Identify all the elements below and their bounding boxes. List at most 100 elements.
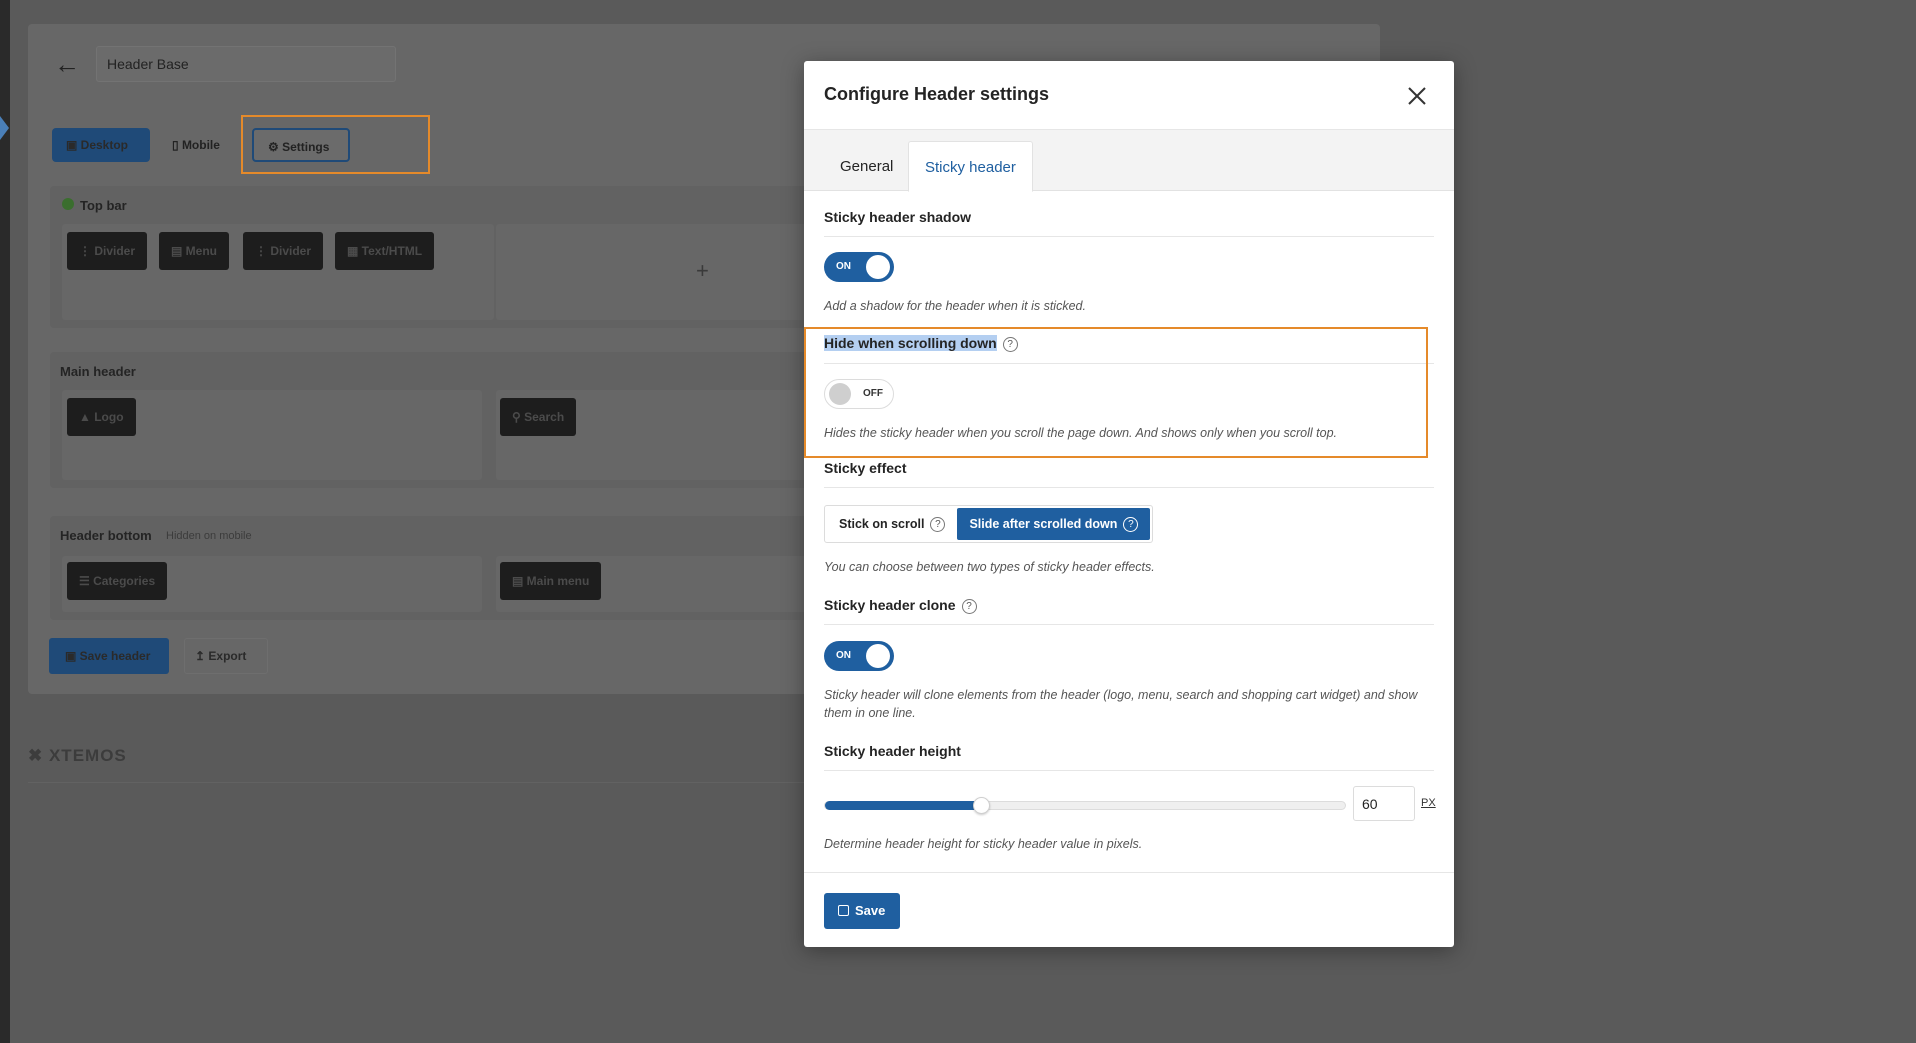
option-label: Slide after scrolled down bbox=[969, 517, 1118, 531]
hide-scroll-title: Hide when scrolling down bbox=[824, 335, 997, 351]
menu-icon: ▤ bbox=[171, 244, 186, 258]
tab-mobile[interactable]: ▯ Mobile bbox=[158, 128, 234, 162]
logo-text: XTEMOS bbox=[48, 746, 127, 765]
logo-icon: ▲ bbox=[79, 410, 95, 424]
unit-label[interactable]: PX bbox=[1421, 797, 1436, 809]
back-arrow-icon[interactable]: ← bbox=[54, 51, 82, 77]
field-divider bbox=[824, 487, 1434, 488]
modal-title: Configure Header settings bbox=[824, 84, 1050, 104]
desktop-icon: ▣ bbox=[66, 138, 81, 152]
chip-search[interactable]: ⚲ Search bbox=[500, 398, 577, 436]
slider-handle[interactable] bbox=[973, 797, 990, 814]
footer-divider bbox=[804, 872, 1454, 873]
chip-divider[interactable]: ⋮ Divider bbox=[243, 232, 324, 270]
add-element-icon[interactable]: + bbox=[696, 258, 709, 284]
shadow-title: Sticky header shadow bbox=[824, 209, 972, 225]
field-divider bbox=[824, 624, 1434, 625]
toggle-knob bbox=[829, 383, 851, 405]
hide-scroll-toggle[interactable]: OFF bbox=[824, 379, 894, 409]
configure-header-modal: Configure Header settings General Sticky… bbox=[804, 61, 1454, 947]
height-description: Determine header height for sticky heade… bbox=[824, 837, 1143, 851]
search-icon: ⚲ bbox=[512, 410, 525, 424]
clone-title: Sticky header clone bbox=[824, 597, 956, 613]
help-icon[interactable]: ? bbox=[961, 598, 977, 614]
field-divider bbox=[824, 236, 1434, 237]
tab-general[interactable]: General bbox=[824, 141, 909, 192]
field-divider bbox=[824, 363, 1434, 364]
effect-stick-on-scroll[interactable]: Stick on scroll? bbox=[827, 508, 957, 540]
chip-logo[interactable]: ▲ Logo bbox=[67, 398, 136, 436]
chip-label: Main menu bbox=[526, 574, 590, 588]
effect-description: You can choose between two types of stic… bbox=[824, 560, 1155, 574]
categories-icon: ☰ bbox=[79, 574, 94, 588]
modal-tabs: General Sticky header bbox=[804, 130, 1454, 192]
help-icon[interactable]: ? bbox=[930, 517, 946, 533]
hide-scroll-description: Hides the sticky header when you scroll … bbox=[824, 426, 1338, 440]
chip-categories[interactable]: ☰ Categories bbox=[67, 562, 168, 600]
toggle-knob bbox=[866, 644, 890, 668]
clone-title-row: Sticky header clone? bbox=[824, 597, 977, 614]
header-name-input[interactable]: Header Base bbox=[96, 46, 396, 82]
top-bar-center-cell[interactable] bbox=[496, 224, 820, 320]
save-button[interactable]: Save bbox=[824, 893, 900, 929]
height-input[interactable] bbox=[1353, 786, 1415, 821]
xtemos-logo: ✖ XTEMOS bbox=[28, 746, 127, 766]
effect-title: Sticky effect bbox=[824, 460, 907, 476]
clone-toggle[interactable]: ON bbox=[824, 641, 894, 671]
chip-label: Search bbox=[524, 410, 565, 424]
effect-segmented-control: Stick on scroll? Slide after scrolled do… bbox=[824, 505, 1154, 543]
active-menu-marker bbox=[0, 116, 9, 140]
xtemos-logo-icon: ✖ bbox=[28, 746, 49, 765]
menu-icon: ▤ bbox=[512, 574, 527, 588]
shadow-description: Add a shadow for the header when it is s… bbox=[824, 299, 1086, 313]
chip-label: Divider bbox=[94, 244, 136, 258]
export-label: Export bbox=[208, 649, 247, 663]
divider-icon: ⋮ bbox=[79, 244, 95, 258]
chip-label: Categories bbox=[93, 574, 156, 588]
upload-icon: ↥ bbox=[195, 649, 209, 663]
option-label: Stick on scroll bbox=[839, 517, 925, 531]
shadow-toggle[interactable]: ON bbox=[824, 252, 894, 282]
toggle-state: OFF bbox=[863, 388, 883, 399]
top-bar-label: Top bar bbox=[80, 198, 127, 213]
tab-desktop-label: Desktop bbox=[80, 138, 129, 152]
help-icon[interactable]: ? bbox=[1123, 517, 1139, 533]
clone-description: Sticky header will clone elements from t… bbox=[824, 688, 1418, 720]
close-icon[interactable] bbox=[1404, 83, 1430, 109]
save-header-button[interactable]: ▣ Save header bbox=[49, 638, 169, 674]
toggle-knob bbox=[866, 255, 890, 279]
main-header-label: Main header bbox=[60, 364, 136, 379]
save-header-label: Save header bbox=[79, 649, 151, 663]
height-title: Sticky header height bbox=[824, 743, 961, 759]
chip-label: Logo bbox=[94, 410, 124, 424]
export-button[interactable]: ↥ Export bbox=[184, 638, 268, 674]
chip-text-html[interactable]: ▦ Text/HTML bbox=[335, 232, 435, 270]
hidden-on-mobile-hint: Hidden on mobile bbox=[166, 530, 252, 542]
chip-main-menu[interactable]: ▤ Main menu bbox=[500, 562, 602, 600]
slider-fill bbox=[825, 801, 981, 810]
chip-label: Menu bbox=[185, 244, 218, 258]
admin-sidebar-strip bbox=[0, 0, 10, 1043]
help-icon[interactable]: ? bbox=[1002, 336, 1018, 352]
chip-label: Text/HTML bbox=[361, 244, 423, 258]
chip-divider[interactable]: ⋮ Divider bbox=[67, 232, 148, 270]
save-icon: ▣ bbox=[65, 649, 80, 663]
field-divider bbox=[824, 770, 1434, 771]
effect-slide-after-scrolled[interactable]: Slide after scrolled down? bbox=[957, 508, 1151, 540]
text-html-icon: ▦ bbox=[347, 244, 362, 258]
chip-label: Divider bbox=[270, 244, 312, 258]
save-label: Save bbox=[855, 903, 886, 918]
tab-sticky-header[interactable]: Sticky header bbox=[908, 141, 1033, 192]
hide-scroll-title-row: Hide when scrolling down? bbox=[824, 335, 1018, 352]
modal-header: Configure Header settings bbox=[804, 61, 1454, 130]
tab-desktop[interactable]: ▣ Desktop bbox=[52, 128, 150, 162]
divider-icon: ⋮ bbox=[255, 244, 271, 258]
mobile-icon: ▯ bbox=[172, 138, 182, 152]
height-slider[interactable] bbox=[824, 797, 1346, 814]
toggle-state: ON bbox=[836, 650, 851, 661]
tab-mobile-label: Mobile bbox=[181, 138, 220, 152]
status-dot bbox=[62, 198, 74, 210]
settings-highlight-box bbox=[241, 115, 430, 174]
chip-menu[interactable]: ▤ Menu bbox=[159, 232, 230, 270]
save-icon bbox=[838, 905, 849, 916]
